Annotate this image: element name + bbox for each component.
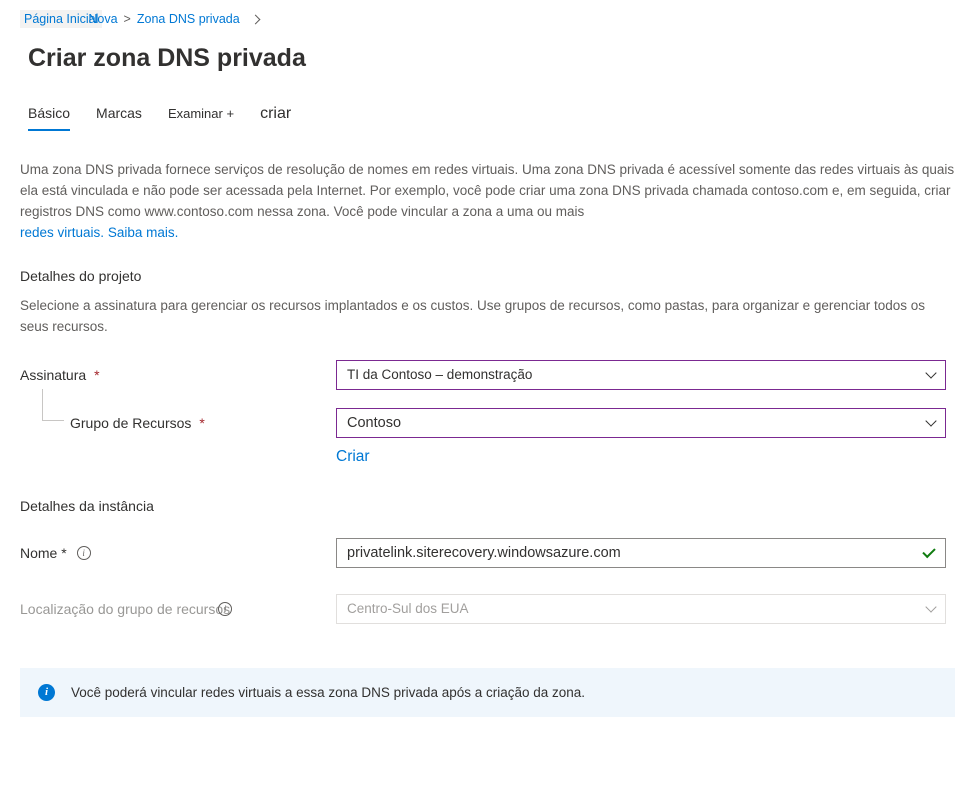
section-instance-details: Detalhes da instância bbox=[0, 466, 975, 522]
location-select-disabled: Centro-Sul dos EUA bbox=[336, 594, 946, 624]
label-name: Nome * i bbox=[20, 545, 336, 561]
chevron-down-icon bbox=[925, 601, 936, 612]
info-icon: i bbox=[38, 684, 55, 701]
required-mark: * bbox=[199, 415, 204, 431]
name-label-text: Nome * bbox=[20, 545, 67, 561]
location-value: Centro-Sul dos EUA bbox=[347, 601, 469, 616]
banner-text: Você poderá vincular redes virtuais a es… bbox=[71, 685, 585, 700]
create-new-rg-link[interactable]: Criar bbox=[0, 442, 975, 466]
name-input[interactable]: privatelink.siterecovery.windowsazure.co… bbox=[336, 538, 946, 568]
breadcrumb-home[interactable]: Página Inicial bbox=[24, 12, 98, 26]
info-icon[interactable]: i bbox=[218, 602, 232, 616]
rg-label-text: Grupo de Recursos bbox=[70, 415, 191, 431]
label-resource-group: Grupo de Recursos * bbox=[20, 415, 336, 431]
required-mark: * bbox=[94, 367, 99, 383]
subscription-value: TI da Contoso – demonstração bbox=[347, 367, 532, 382]
label-subscription: Assinatura * bbox=[20, 367, 336, 383]
link-virtual-networks[interactable]: redes virtuais. bbox=[20, 225, 104, 240]
check-icon bbox=[922, 544, 935, 557]
description-text: Uma zona DNS privada fornece serviços de… bbox=[20, 162, 954, 219]
info-banner: i Você poderá vincular redes virtuais a … bbox=[20, 668, 955, 717]
page-title: Criar zona DNS privada bbox=[0, 36, 975, 105]
tree-connector-icon bbox=[42, 389, 64, 421]
breadcrumb-sep: > bbox=[122, 12, 133, 26]
info-icon[interactable]: i bbox=[77, 546, 91, 560]
chevron-down-icon bbox=[925, 415, 936, 426]
project-description: Selecione a assinatura para gerenciar os… bbox=[0, 292, 975, 356]
tab-review[interactable]: Examinar + bbox=[168, 106, 234, 129]
subscription-select[interactable]: TI da Contoso – demonstração bbox=[336, 360, 946, 390]
rg-value: Contoso bbox=[347, 415, 401, 431]
breadcrumb: Página Inicial Nova > Zona DNS privada bbox=[0, 0, 975, 36]
breadcrumb-zone[interactable]: Zona DNS privada bbox=[137, 12, 240, 26]
location-label-text: Localização do grupo de recursos bbox=[20, 601, 230, 617]
subscription-label-text: Assinatura bbox=[20, 367, 86, 383]
chevron-down-icon bbox=[925, 367, 936, 378]
breadcrumb-new[interactable]: Nova bbox=[88, 12, 117, 26]
label-rg-location: Localização do grupo de recursos i bbox=[20, 601, 336, 617]
chevron-right-icon bbox=[250, 14, 260, 24]
tab-basic[interactable]: Básico bbox=[28, 105, 70, 131]
tab-tags[interactable]: Marcas bbox=[96, 105, 142, 129]
tab-create[interactable]: criar bbox=[260, 105, 291, 131]
tabs: Básico Marcas Examinar + criar bbox=[0, 105, 975, 132]
resource-group-select[interactable]: Contoso bbox=[336, 408, 946, 438]
zone-description: Uma zona DNS privada fornece serviços de… bbox=[0, 144, 975, 244]
link-learn-more[interactable]: Saiba mais. bbox=[108, 225, 179, 240]
name-value: privatelink.siterecovery.windowsazure.co… bbox=[347, 545, 621, 561]
section-project-details: Detalhes do projeto bbox=[0, 244, 975, 292]
